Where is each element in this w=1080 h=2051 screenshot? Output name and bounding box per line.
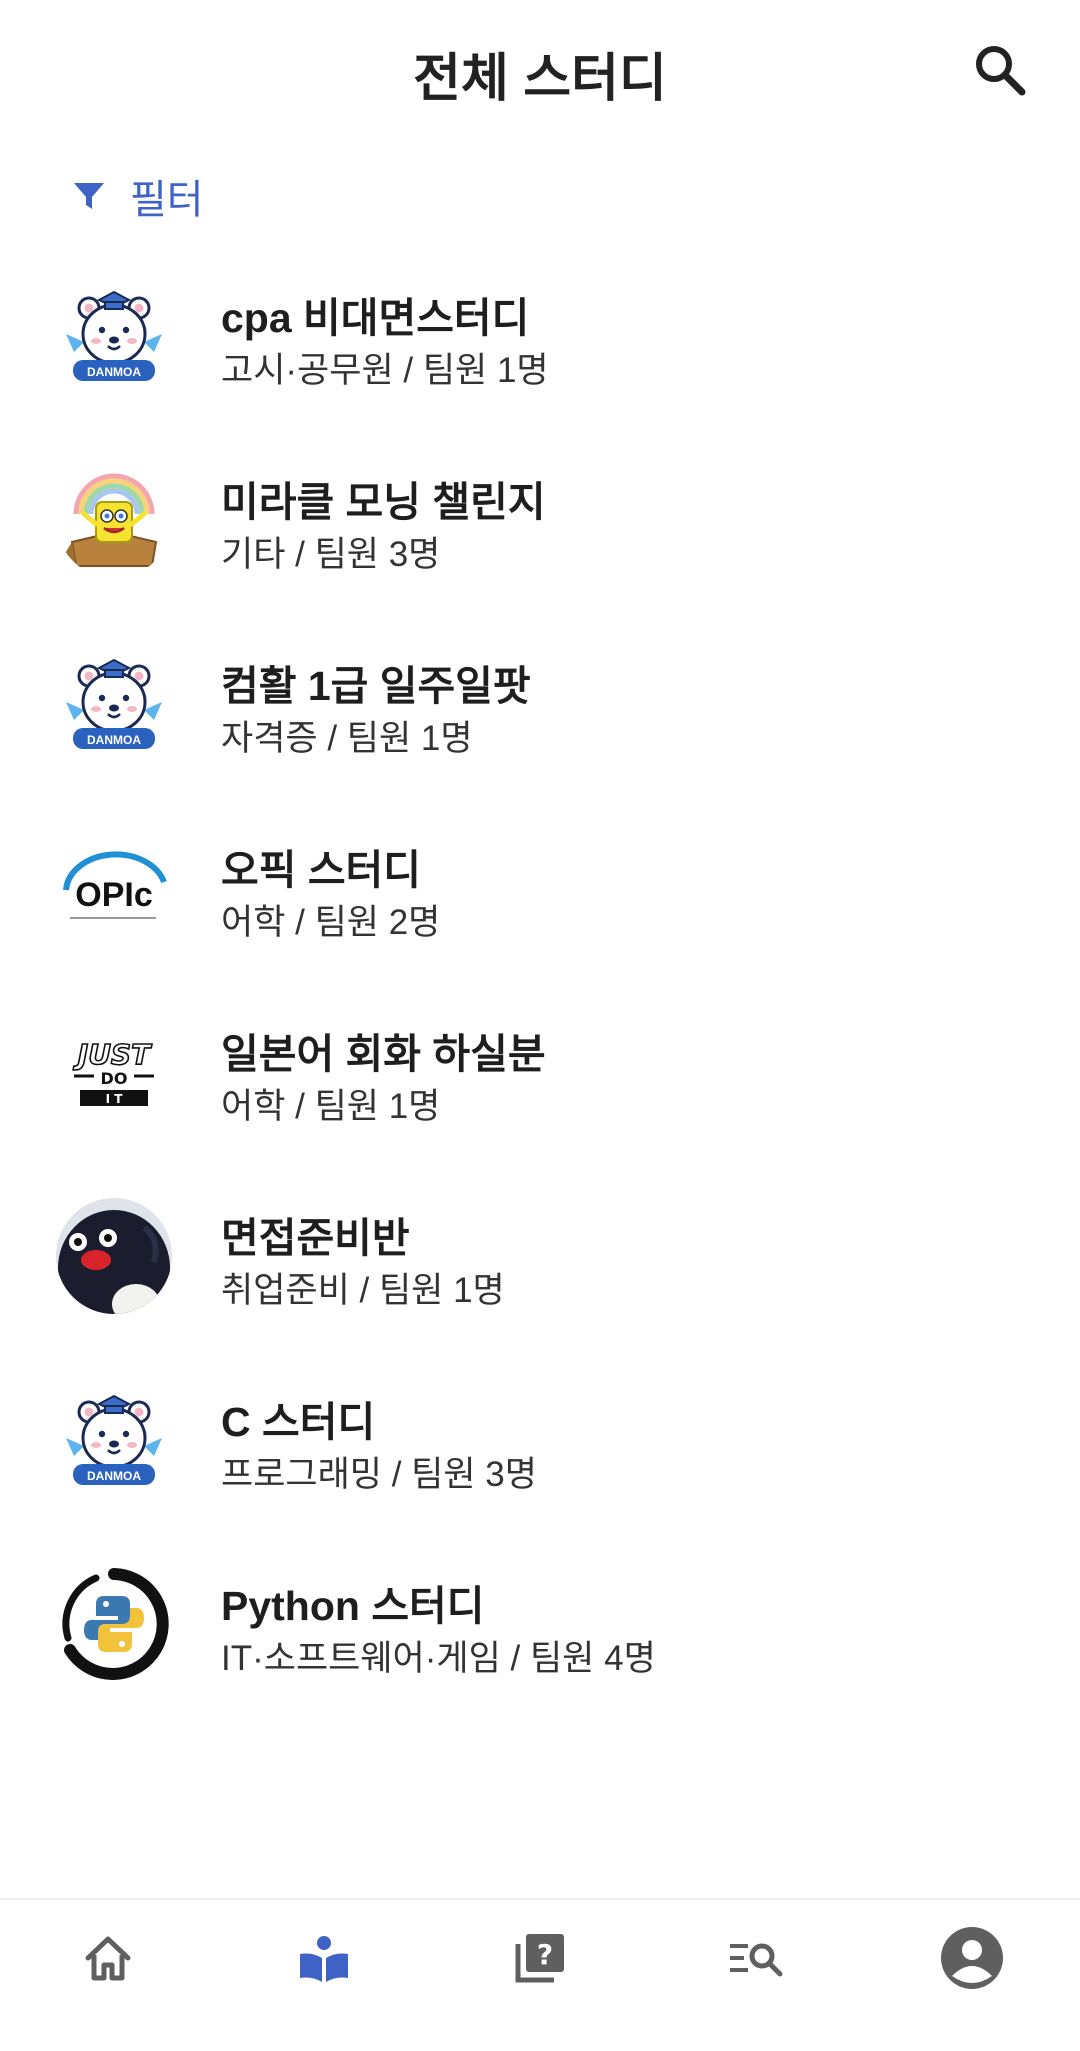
svg-text:?: ?: [537, 1938, 553, 1971]
svg-text:I T: I T: [106, 1092, 124, 1106]
study-avatar: [56, 1566, 172, 1682]
study-title: 컴활 1급 일주일팟: [221, 663, 531, 709]
python-logo: [56, 1566, 172, 1682]
nav-profile[interactable]: [864, 1900, 1080, 2051]
nav-qna[interactable]: ?: [432, 1900, 648, 2051]
opic-logo: OPIc: [56, 830, 172, 946]
svg-text:DO: DO: [101, 1069, 128, 1088]
filter-button[interactable]: 필터: [72, 170, 204, 222]
danmoa-bear-logo: DANMOA: [56, 278, 172, 394]
study-title: C 스터디: [221, 1399, 376, 1445]
study-item[interactable]: DANMOA cpa 비대면스터디 고시·공무원 / 팀원 1명: [0, 268, 1080, 452]
open-book-icon: [300, 1936, 348, 1982]
question-library-icon: ?: [515, 1934, 564, 1983]
study-meta: 자격증 / 팀원 1명: [221, 719, 473, 758]
study-meta: 취업준비 / 팀원 1명: [221, 1271, 505, 1310]
study-avatar: JUST DO I T: [56, 1014, 172, 1130]
study-meta: 어학 / 팀원 1명: [221, 1087, 441, 1126]
study-avatar: [56, 1198, 172, 1314]
study-item[interactable]: 면접준비반 취업준비 / 팀원 1명: [0, 1188, 1080, 1372]
just-do-it-image: JUST DO I T: [56, 1014, 172, 1130]
study-title: 면접준비반: [221, 1215, 410, 1261]
study-avatar: DANMOA: [56, 278, 172, 394]
study-item[interactable]: Python 스터디 IT·소프트웨어·게임 / 팀원 4명: [0, 1556, 1080, 1740]
pingu-image: [56, 1198, 172, 1314]
study-avatar: DANMOA: [56, 1382, 172, 1498]
manage-search-icon: [730, 1943, 783, 1977]
svg-text:DANMOA: DANMOA: [87, 1469, 141, 1483]
filter-label: 필터: [130, 178, 204, 222]
nav-study[interactable]: [216, 1900, 432, 2051]
study-list: DANMOA cpa 비대면스터디 고시·공무원 / 팀원 1명 미라클 모닝 …: [0, 268, 1080, 1740]
study-avatar: OPIc: [56, 830, 172, 946]
study-title: Python 스터디: [221, 1583, 485, 1629]
danmoa-bear-logo: DANMOA: [56, 646, 172, 762]
study-item[interactable]: JUST DO I T 일본어 회화 하실분 어학 / 팀원 1명: [0, 1004, 1080, 1188]
svg-text:OPIc: OPIc: [75, 876, 152, 914]
nav-search-list[interactable]: [648, 1900, 864, 2051]
filter-icon: [74, 183, 104, 209]
search-icon: [976, 46, 1026, 96]
spongebob-rainbow-image: [56, 462, 172, 578]
danmoa-bear-logo: DANMOA: [56, 1382, 172, 1498]
home-icon: [85, 1936, 131, 1981]
nav-home[interactable]: [0, 1900, 216, 2051]
search-button[interactable]: [968, 38, 1032, 102]
study-title: 일본어 회화 하실분: [221, 1031, 546, 1077]
study-meta: 프로그래밍 / 팀원 3명: [221, 1455, 537, 1494]
study-title: cpa 비대면스터디: [221, 295, 530, 341]
study-title: 미라클 모닝 챌린지: [221, 479, 546, 525]
study-item[interactable]: DANMOA C 스터디 프로그래밍 / 팀원 3명: [0, 1372, 1080, 1556]
page-title: 전체 스터디: [413, 50, 667, 108]
study-meta: 어학 / 팀원 2명: [221, 903, 441, 942]
study-meta: 기타 / 팀원 3명: [221, 535, 441, 574]
study-item[interactable]: 미라클 모닝 챌린지 기타 / 팀원 3명: [0, 452, 1080, 636]
account-circle-icon: [941, 1927, 1003, 1989]
app-header: 전체 스터디: [0, 0, 1080, 140]
study-item[interactable]: OPIc 오픽 스터디 어학 / 팀원 2명: [0, 820, 1080, 1004]
study-avatar: [56, 462, 172, 578]
study-item[interactable]: DANMOA 컴활 1급 일주일팟 자격증 / 팀원 1명: [0, 636, 1080, 820]
svg-text:DANMOA: DANMOA: [87, 733, 141, 747]
study-meta: 고시·공무원 / 팀원 1명: [221, 351, 549, 390]
bottom-nav: ?: [0, 1898, 1080, 2051]
study-title: 오픽 스터디: [221, 847, 421, 893]
study-meta: IT·소프트웨어·게임 / 팀원 4명: [221, 1639, 656, 1678]
svg-text:DANMOA: DANMOA: [87, 365, 141, 379]
study-avatar: DANMOA: [56, 646, 172, 762]
svg-text:JUST: JUST: [73, 1038, 152, 1071]
